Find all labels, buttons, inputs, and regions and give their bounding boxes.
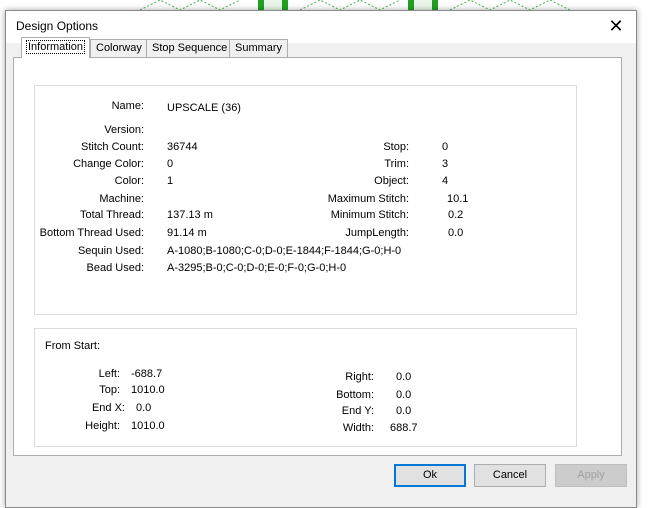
total-thread-value: 137.13 m	[167, 209, 213, 221]
bead-used-value: A-3295;B-0;C-0;D-0;E-0;F-0;G-0;H-0	[167, 262, 347, 274]
tab-information[interactable]: Information	[21, 37, 91, 58]
jump-length-label: JumpLength:	[345, 227, 409, 239]
tab-stop-sequence[interactable]: Stop Sequence	[146, 39, 234, 57]
max-stitch-label: Maximum Stitch:	[327, 193, 409, 205]
machine-label: Machine:	[99, 193, 144, 205]
ok-button[interactable]: Ok	[394, 464, 466, 487]
top-value: 1010.0	[131, 384, 165, 396]
left-value: -688.7	[131, 368, 163, 380]
color-label: Color:	[114, 175, 144, 187]
name-label: Name:	[111, 100, 144, 112]
bead-used-label: Bead Used:	[86, 262, 144, 274]
jump-length-value: 0.0	[448, 227, 464, 239]
close-icon: ✕	[608, 16, 624, 36]
dialog-title: Design Options	[16, 19, 99, 33]
trim-value: 3	[442, 158, 449, 170]
left-label: Left:	[98, 368, 120, 380]
close-button[interactable]: ✕	[596, 11, 636, 43]
stop-value: 0	[442, 141, 449, 153]
color-value: 1	[167, 175, 174, 187]
trim-label: Trim:	[384, 158, 409, 170]
right-value: 0.0	[396, 371, 412, 383]
from-start-heading: From Start:	[45, 340, 101, 352]
top-label: Top:	[99, 384, 120, 396]
height-label: Height:	[85, 420, 120, 432]
bottom-label: Bottom:	[336, 389, 374, 401]
bottom-thread-value: 91.14 m	[167, 227, 207, 239]
change-color-label: Change Color:	[73, 158, 144, 170]
end-x-label: End X:	[91, 402, 125, 414]
object-label: Object:	[374, 175, 409, 187]
version-label: Version:	[104, 124, 144, 136]
tab-colorway[interactable]: Colorway	[90, 39, 148, 57]
sequin-used-label: Sequin Used:	[77, 245, 144, 257]
name-value: UPSCALE (36)	[167, 102, 241, 114]
object-value: 4	[442, 175, 449, 187]
width-value: 688.7	[390, 422, 418, 434]
stop-label: Stop:	[383, 141, 409, 153]
min-stitch-value: 0.2	[448, 209, 464, 221]
stitch-count-label: Stitch Count:	[81, 141, 144, 153]
end-y-label: End Y:	[341, 405, 374, 417]
min-stitch-label: Minimum Stitch:	[330, 209, 409, 221]
bottom-thread-label: Bottom Thread Used:	[39, 227, 144, 239]
height-value: 1010.0	[131, 420, 165, 432]
right-label: Right:	[345, 371, 374, 383]
end-x-value: 0.0	[136, 402, 152, 414]
stitch-count-value: 36744	[167, 141, 198, 153]
bottom-value: 0.0	[396, 389, 412, 401]
max-stitch-value: 10.1	[447, 193, 469, 205]
total-thread-label: Total Thread:	[79, 209, 144, 221]
sequin-used-value: A-1080;B-1080;C-0;D-0;E-1844;F-1844;G-0;…	[167, 245, 402, 257]
end-y-value: 0.0	[396, 405, 412, 417]
apply-button[interactable]: Apply	[555, 464, 627, 487]
cancel-button[interactable]: Cancel	[474, 464, 546, 487]
change-color-value: 0	[167, 158, 174, 170]
tab-summary[interactable]: Summary	[229, 39, 289, 57]
width-label: Width:	[342, 422, 374, 434]
